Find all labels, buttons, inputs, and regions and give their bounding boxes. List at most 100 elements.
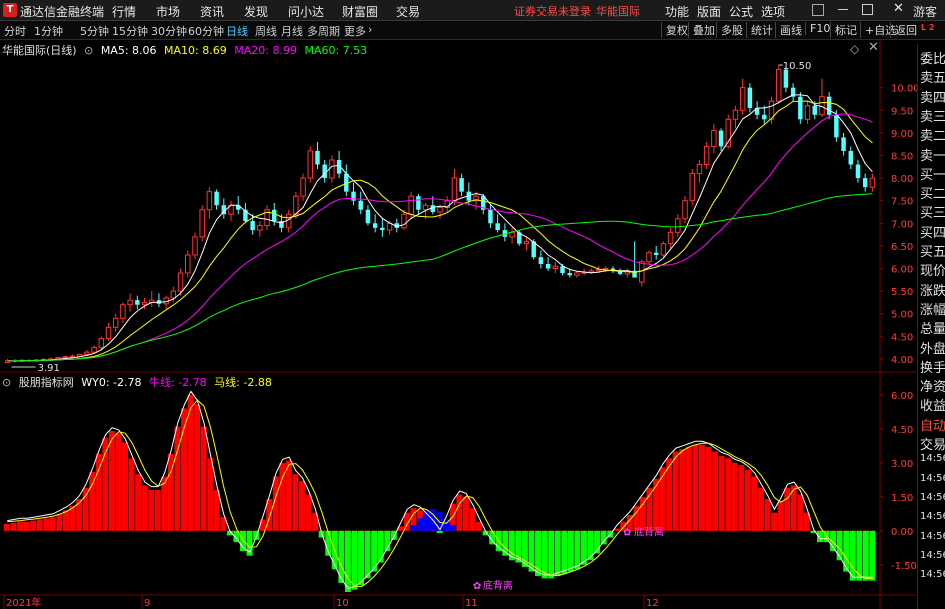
period-daily[interactable]: 日线	[226, 23, 248, 39]
period-more[interactable]: 更多	[344, 23, 366, 39]
settings-circle-icon[interactable]: ⊙	[84, 44, 93, 57]
side-panel-item[interactable]: 总量	[920, 318, 945, 337]
histogram-bar-up	[194, 403, 201, 531]
menu-ask[interactable]: 问小达	[288, 3, 324, 20]
side-panel-item[interactable]: 买五	[920, 241, 945, 260]
overlay-button[interactable]: 叠加	[688, 22, 715, 38]
candle-body-down	[430, 205, 436, 212]
histogram-bar-up	[633, 505, 640, 531]
app-window: T 通达信金融终端 行情 市场 资讯 发现 问小达 财富圈 交易 证券交易未登录…	[0, 0, 945, 609]
side-panel-item[interactable]: 14:56	[920, 492, 945, 503]
histogram-bar-up	[698, 444, 705, 531]
candle-body-down	[826, 96, 832, 115]
side-panel-item[interactable]: 买三	[920, 202, 945, 221]
period-5min[interactable]: 5分钟	[80, 23, 109, 39]
histogram-bar-up	[10, 522, 17, 531]
period-weekly[interactable]: 周线	[255, 23, 277, 39]
side-panel-item[interactable]: 收益	[920, 395, 945, 414]
menu-market[interactable]: 市场	[156, 3, 180, 20]
side-panel-item[interactable]: 卖三	[920, 106, 945, 125]
period-1min[interactable]: 1分钟	[34, 23, 63, 39]
adjust-button[interactable]: 复权	[661, 22, 688, 38]
side-panel-item[interactable]: 14:56	[920, 550, 945, 561]
period-15min[interactable]: 15分钟	[112, 23, 148, 39]
menu-formula[interactable]: 公式	[729, 3, 753, 20]
indicator-tick-label: -1.50	[891, 561, 917, 572]
indicator-settings-icon[interactable]: ⊙	[2, 376, 11, 389]
minimize-icon[interactable]	[838, 9, 848, 10]
chart-canvas[interactable]: 10.00 9.50 9.00 8.50 8.00 7.50 7.00 6.50 6.00 5.5…	[0, 0, 945, 609]
side-panel-item[interactable]: 买二	[920, 183, 945, 202]
side-panel-item[interactable]: 卖四	[920, 87, 945, 106]
menu-functions[interactable]: 功能	[665, 3, 689, 20]
histogram-bar-down	[830, 530, 837, 552]
menu-options[interactable]: 选项	[761, 3, 785, 20]
side-panel-item[interactable]: 现价	[920, 260, 945, 279]
menu-wealth-circle[interactable]: 财富圈	[342, 3, 378, 20]
histogram-bar-up	[456, 494, 463, 531]
histogram-bar-down	[508, 530, 515, 561]
window-icon[interactable]	[812, 4, 824, 16]
side-panel-item[interactable]: 涨跌	[920, 280, 945, 299]
maximize-icon[interactable]	[862, 4, 873, 15]
histogram-bar-up	[167, 453, 174, 531]
ma20-value: MA20: 8.99	[234, 44, 297, 57]
trade-login-alert[interactable]: 证券交易未登录	[514, 3, 591, 19]
pin-icon[interactable]: ◇	[850, 42, 859, 56]
f10-button[interactable]: F10	[805, 22, 830, 35]
histogram-bar-up	[410, 508, 417, 531]
side-panel-item[interactable]: 换手	[920, 357, 945, 376]
menu-layout[interactable]: 版面	[697, 3, 721, 20]
candle-body-down	[365, 209, 371, 224]
menu-trade[interactable]: 交易	[396, 3, 420, 20]
side-panel-item[interactable]: 14:56	[920, 511, 945, 522]
low-price-label: 3.91	[38, 363, 60, 374]
candle-body-down	[466, 191, 472, 201]
candle-body-up	[595, 268, 602, 272]
indicator-title: 股朋指标网	[18, 376, 74, 389]
side-panel-item[interactable]: 买四	[920, 222, 945, 241]
menu-market-quotes[interactable]: 行情	[112, 3, 136, 20]
statistics-button[interactable]: 统计	[746, 22, 773, 38]
date-tick-label: 11	[465, 598, 478, 609]
candle-body-down	[617, 270, 623, 274]
period-multi[interactable]: 多周期	[307, 23, 340, 39]
histogram-bar-up	[63, 510, 69, 531]
draw-line-button[interactable]: 画线	[775, 22, 802, 38]
indicator-tick-label: 3.00	[891, 459, 913, 470]
side-panel-item[interactable]: 净资	[920, 376, 945, 395]
back-button[interactable]: 返回	[890, 22, 917, 38]
side-panel-item[interactable]: 委比	[920, 48, 945, 67]
indicator-tick-label: 6.00	[891, 391, 913, 402]
quote-side-panel: 委比 卖五 卖四 卖三 卖二 卖一 买一 买二 买三 买四 买五 现价 涨跌 涨幅 总量 外盘 换手 净资 收益 自动…	[917, 44, 945, 609]
side-panel-item[interactable]: 14:56	[920, 453, 945, 464]
side-panel-item[interactable]: 涨幅	[920, 299, 945, 318]
close-pane-icon[interactable]: ✕	[868, 40, 879, 55]
side-panel-item[interactable]: 14:56	[920, 569, 945, 580]
period-60min[interactable]: 60分钟	[188, 23, 224, 39]
candle-body-down	[459, 178, 464, 192]
histogram-bar-blue	[430, 509, 437, 531]
mark-button[interactable]: 标记	[830, 22, 857, 38]
period-30min[interactable]: 30分钟	[151, 23, 187, 39]
more-chevron-icon[interactable]: ›	[368, 23, 372, 36]
multi-stock-button[interactable]: 多股	[716, 22, 743, 38]
period-monthly[interactable]: 月线	[281, 23, 303, 39]
guest-user[interactable]: 游客	[913, 3, 937, 20]
menu-news[interactable]: 资讯	[200, 3, 224, 20]
main-chart-legend: 华能国际(日线) ⊙ MA5: 8.06 MA10: 8.69 MA20: 8.…	[2, 42, 371, 58]
indicator-histogram	[4, 394, 876, 592]
side-panel-item[interactable]: 买一	[920, 164, 945, 183]
side-panel-item[interactable]: 卖二	[920, 125, 945, 144]
side-panel-item[interactable]: 14:56	[920, 473, 945, 484]
side-panel-item[interactable]: 卖一	[920, 145, 945, 164]
menu-discover[interactable]: 发现	[244, 3, 268, 20]
close-icon[interactable]: ✕	[893, 1, 904, 16]
side-panel-item[interactable]: 外盘	[920, 338, 945, 357]
histogram-bar-up	[213, 490, 220, 531]
side-panel-item[interactable]: 卖五	[920, 67, 945, 86]
side-panel-item[interactable]: 交易	[920, 434, 945, 453]
side-panel-item[interactable]: 自动	[920, 415, 945, 434]
period-intraday[interactable]: 分时	[4, 23, 26, 39]
side-panel-item[interactable]: 14:56	[920, 531, 945, 542]
